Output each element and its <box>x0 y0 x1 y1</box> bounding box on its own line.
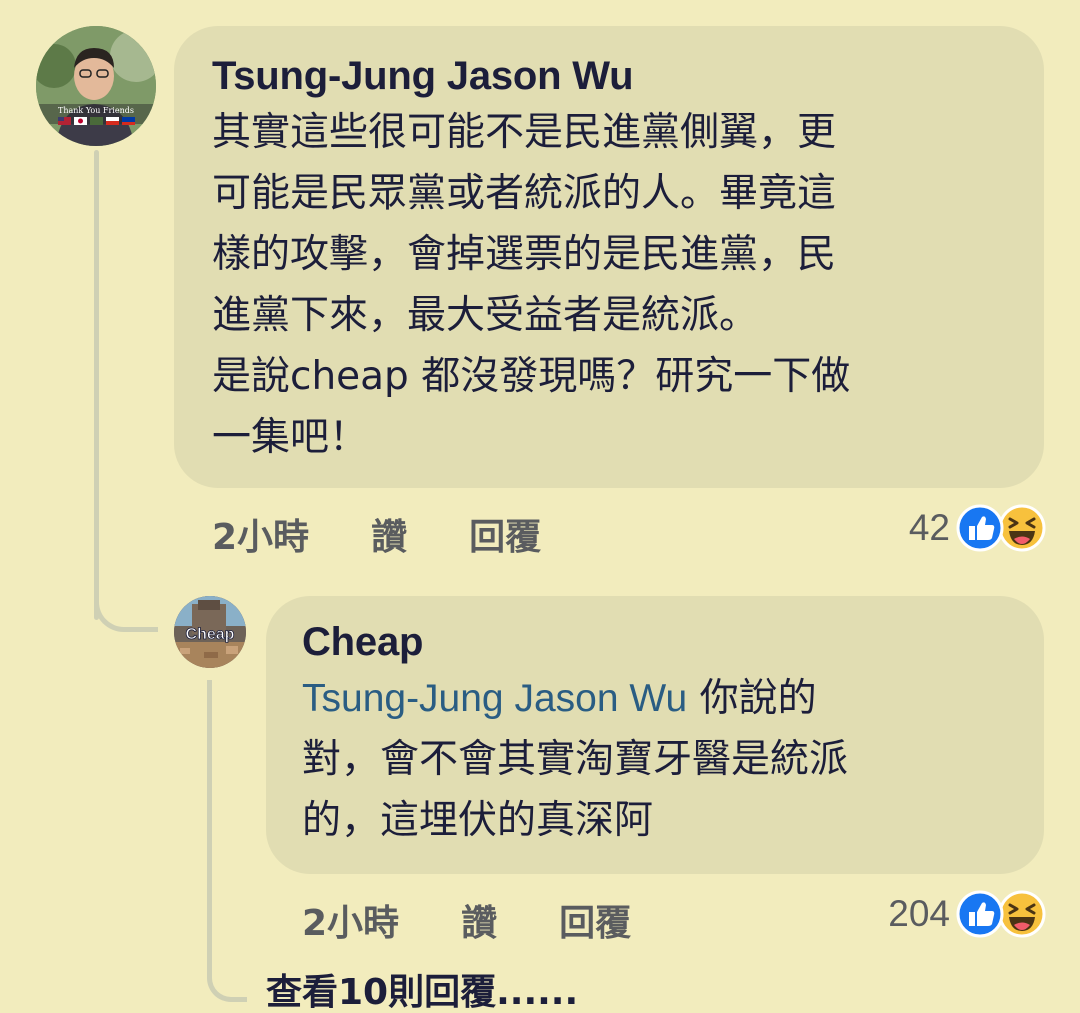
avatar-tsung-jung-jason-wu[interactable]: Thank You Friends <box>36 26 156 146</box>
haha-icon <box>998 504 1046 552</box>
reply-line: 的，這埋伏的真深阿 <box>302 798 654 843</box>
reply-button[interactable]: 回覆 <box>559 894 631 946</box>
reply-connector-curve <box>207 680 247 1002</box>
thread-connector-line <box>94 150 99 620</box>
avatar-photo: Cheap <box>174 596 246 668</box>
reply-line: 對，會不會其實淘寶牙醫是統派 <box>302 737 849 782</box>
avatar-photo: Thank You Friends <box>36 26 156 146</box>
comment-line: 一集吧！ <box>212 415 369 460</box>
reaction-summary[interactable]: 42 <box>909 504 1046 552</box>
reply-bubble: Cheap Tsung-Jung Jason Wu 你說的 對，會不會其實淘寶牙… <box>266 596 1044 874</box>
comment-thread: Thank You Friends Tsung-Jung Jason Wu 其實… <box>0 0 1080 1013</box>
reaction-count: 42 <box>908 507 950 548</box>
thread-connector-curve <box>94 580 158 632</box>
like-icon <box>956 890 1004 938</box>
reply-button[interactable]: 回覆 <box>469 508 541 560</box>
avatar-caption: Cheap <box>186 626 235 643</box>
reply-body: Tsung-Jung Jason Wu 你說的 對，會不會其實淘寶牙醫是統派 的… <box>302 668 1008 851</box>
reply-line-text: 你說的 <box>687 676 817 721</box>
comment-author-name[interactable]: Tsung-Jung Jason Wu <box>212 52 1008 100</box>
avatar-caption: Thank You Friends <box>58 106 134 115</box>
like-button[interactable]: 讚 <box>371 508 407 560</box>
avatar-cheap[interactable]: Cheap <box>174 596 246 668</box>
reply-line: Tsung-Jung Jason Wu 你說的 <box>302 668 1008 729</box>
comment-line: 進黨下來，最大受益者是統派。 <box>212 293 759 338</box>
reaction-summary[interactable]: 204 <box>888 890 1046 938</box>
comment-line: 其實這些很可能不是民進黨側翼，更 <box>212 110 837 155</box>
haha-icon <box>998 890 1046 938</box>
comment-actions: 2小時 讚 回覆 <box>212 508 541 560</box>
comment-timestamp[interactable]: 2小時 <box>212 508 309 560</box>
like-icon <box>956 504 1004 552</box>
view-more-replies-link[interactable]: 查看10則回覆...... <box>266 970 578 1013</box>
comment-line: 樣的攻擊，會掉選票的是民進黨，民 <box>212 232 837 277</box>
reply-actions: 2小時 讚 回覆 <box>302 894 631 946</box>
comment-bubble: Tsung-Jung Jason Wu 其實這些很可能不是民進黨側翼，更 可能是… <box>174 26 1044 488</box>
reply-timestamp[interactable]: 2小時 <box>302 894 399 946</box>
comment-line: 可能是民眾黨或者統派的人。畢竟這 <box>212 171 837 216</box>
like-button[interactable]: 讚 <box>461 894 497 946</box>
reply-author-name[interactable]: Cheap <box>302 618 1008 666</box>
comment-body: 其實這些很可能不是民進黨側翼，更 可能是民眾黨或者統派的人。畢竟這 樣的攻擊，會… <box>212 102 1008 468</box>
mention-link[interactable]: Tsung-Jung Jason Wu <box>302 677 687 720</box>
comment-line: 是說cheap 都沒發現嗎？研究一下做 <box>212 354 851 399</box>
reaction-count: 204 <box>888 893 950 934</box>
